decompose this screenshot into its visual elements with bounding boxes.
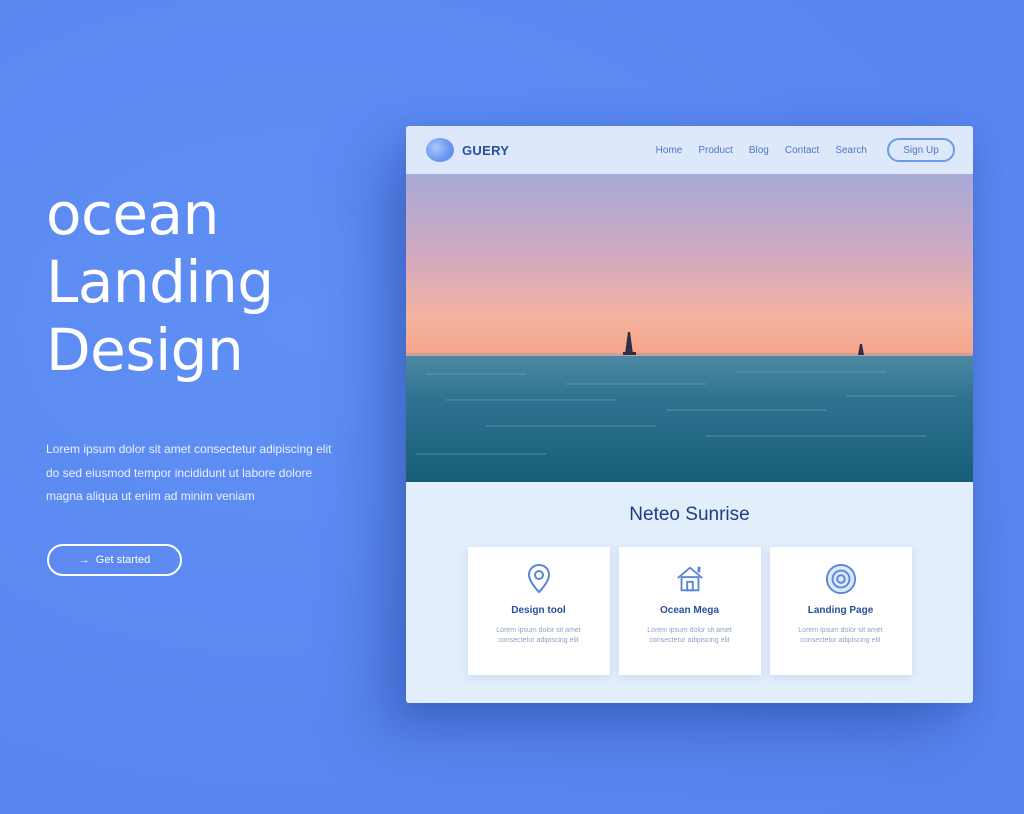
headline-line-3: Design [46, 316, 244, 384]
cta-label: Get started [95, 554, 151, 566]
headline-line-1: ocean [46, 180, 219, 248]
home-icon [674, 563, 706, 595]
feature-card[interactable]: Design tool Lorem ipsum dolor sit amet c… [467, 547, 610, 675]
page-title: ocean Landing Design [46, 180, 356, 384]
nav-link-home[interactable]: Home [656, 145, 683, 156]
nav-link-blog[interactable]: Blog [749, 145, 769, 156]
location-pin-icon [523, 563, 555, 595]
sign-up-button[interactable]: Sign Up [887, 138, 955, 162]
headline-line-2: Landing [46, 248, 274, 316]
logo-text[interactable]: GUERY [462, 143, 509, 158]
ocean-sunset-image [406, 174, 973, 482]
nav-links: Home Product Blog Contact Search Sign Up [656, 138, 955, 162]
target-icon [825, 563, 857, 595]
get-started-button[interactable]: → Get started [47, 544, 182, 576]
feature-card[interactable]: Landing Page Lorem ipsum dolor sit amet … [769, 547, 912, 675]
card-text: Lorem ipsum dolor sit amet consectetur a… [496, 627, 581, 644]
hero-description: Lorem ipsum dolor sit amet consectetur a… [46, 442, 332, 503]
card-text: Lorem ipsum dolor sit amet consectetur a… [798, 627, 883, 644]
navbar: GUERY Home Product Blog Contact Search S… [406, 126, 973, 174]
nav-link-search[interactable]: Search [835, 145, 867, 156]
arrow-right-icon: → [78, 554, 90, 566]
logo-icon[interactable] [426, 138, 454, 162]
hero-copy: ocean Landing Design Lorem ipsum dolor s… [46, 180, 356, 509]
card-title: Ocean Mega [660, 605, 719, 616]
section-title: Neteo Sunrise [629, 504, 750, 525]
website-mockup: GUERY Home Product Blog Contact Search S… [406, 126, 973, 703]
feature-cards: Design tool Lorem ipsum dolor sit amet c… [467, 547, 912, 675]
card-title: Design tool [511, 605, 566, 616]
card-text: Lorem ipsum dolor sit amet consectetur a… [647, 627, 732, 644]
feature-card[interactable]: Ocean Mega Lorem ipsum dolor sit amet co… [618, 547, 761, 675]
card-title: Landing Page [807, 605, 874, 616]
nav-link-contact[interactable]: Contact [785, 145, 819, 156]
nav-link-product[interactable]: Product [698, 145, 732, 156]
